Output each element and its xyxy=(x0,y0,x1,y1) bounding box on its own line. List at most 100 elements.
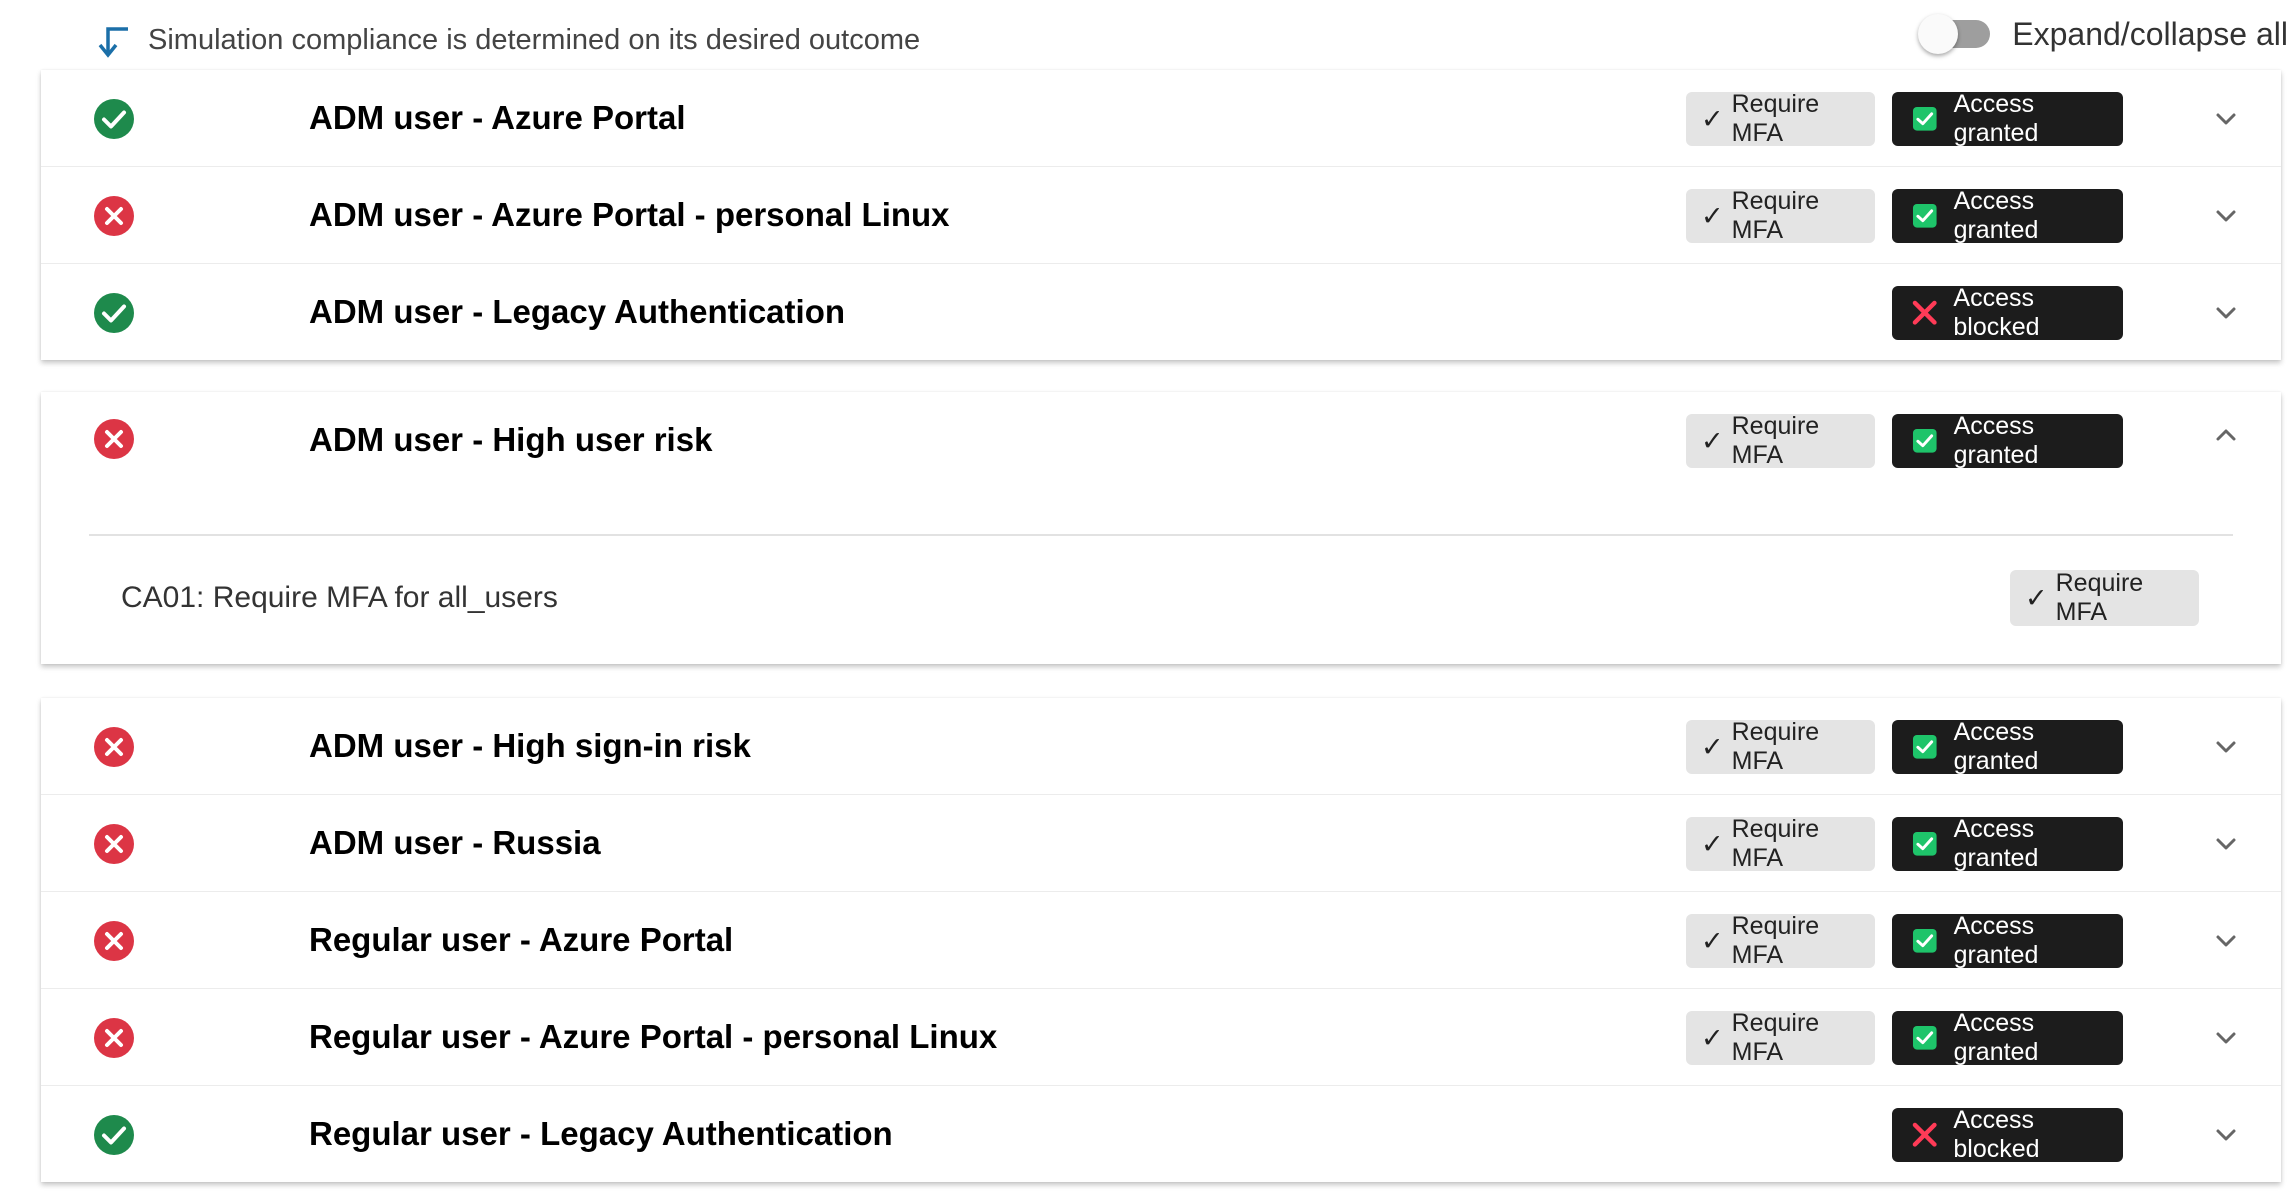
simulation-title: ADM user - Azure Portal - personal Linux xyxy=(309,196,950,233)
access-label: Access blocked xyxy=(1953,1106,2040,1163)
toolbar: Simulation compliance is determined on i… xyxy=(0,0,2296,70)
simulation-title: ADM user - Russia xyxy=(309,824,601,861)
noncompliant-x-icon xyxy=(93,1017,135,1059)
mfa-label: Require MFA xyxy=(1731,1009,1820,1066)
access-granted-badge: Access granted xyxy=(1892,815,2123,872)
simulation-title: ADM user - High user risk xyxy=(309,421,713,458)
checkbox-checked-icon xyxy=(1912,203,1938,229)
simulation-row[interactable]: ADM user - High user risk ✓ Require MFA Acc… xyxy=(41,392,2281,488)
policy-name: CA01: Require MFA for all_users xyxy=(121,581,558,614)
noncompliant-x-icon xyxy=(93,418,135,460)
chevron-down-icon[interactable] xyxy=(2211,829,2241,859)
detail-divider xyxy=(89,534,2233,536)
simulation-row[interactable]: Regular user - Azure Portal - personal L… xyxy=(41,989,2281,1086)
checkbox-checked-icon xyxy=(1912,734,1938,760)
access-label: Access granted xyxy=(1953,815,2039,872)
mfa-label: Require MFA xyxy=(1731,912,1820,969)
cross-icon xyxy=(1912,300,1937,326)
check-icon: ✓ xyxy=(1701,731,1724,762)
access-granted-badge: Access granted xyxy=(1892,1009,2123,1066)
simulation-title: ADM user - High sign-in risk xyxy=(309,727,751,764)
hint-text: Simulation compliance is determined on i… xyxy=(148,23,921,56)
checkbox-checked-icon xyxy=(1912,428,1938,454)
arrow-down-left-icon xyxy=(98,27,128,58)
access-blocked-badge: Access blocked xyxy=(1892,284,2123,341)
policy-control-badge: ✓ Require MFA xyxy=(2010,569,2199,626)
require-mfa-badge: ✓ Require MFA xyxy=(1686,412,1875,469)
mfa-label: Require MFA xyxy=(1731,815,1820,872)
mfa-label: Require MFA xyxy=(1731,187,1820,244)
results-group-2: ADM user - High user risk ✓ Require MFA Acc… xyxy=(41,392,2281,664)
access-label: Access granted xyxy=(1953,912,2039,969)
chevron-down-icon[interactable] xyxy=(2211,1023,2241,1053)
mfa-label: Require MFA xyxy=(1731,718,1820,775)
access-granted-badge: Access granted xyxy=(1892,187,2123,244)
chevron-down-icon[interactable] xyxy=(2211,201,2241,231)
simulation-title: ADM user - Azure Portal xyxy=(309,99,686,136)
access-label: Access granted xyxy=(1953,90,2039,147)
policy-control-label: Require MFA xyxy=(2055,569,2144,626)
simulation-row[interactable]: Regular user - Legacy Authentication Acce… xyxy=(41,1086,2281,1182)
chevron-down-icon[interactable] xyxy=(2211,104,2241,134)
check-icon: ✓ xyxy=(1701,200,1724,231)
compliant-check-icon xyxy=(93,292,135,334)
simulation-title: Regular user - Legacy Authentication xyxy=(309,1115,893,1152)
access-granted-badge: Access granted xyxy=(1892,90,2123,147)
access-blocked-badge: Access blocked xyxy=(1892,1106,2123,1163)
compliant-check-icon xyxy=(93,98,135,140)
noncompliant-x-icon xyxy=(93,823,135,865)
check-icon: ✓ xyxy=(1701,103,1724,134)
check-icon: ✓ xyxy=(1701,1022,1724,1053)
checkbox-checked-icon xyxy=(1912,106,1938,132)
compliance-hint: Simulation compliance is determined on i… xyxy=(94,18,920,62)
chevron-down-icon[interactable] xyxy=(2211,926,2241,956)
chevron-up-icon[interactable] xyxy=(2211,420,2241,450)
check-icon: ✓ xyxy=(1701,425,1724,456)
simulation-row[interactable]: ADM user - Azure Portal - personal Linux… xyxy=(41,167,2281,264)
access-label: Access granted xyxy=(1953,187,2039,244)
simulation-title: Regular user - Azure Portal xyxy=(309,921,734,958)
require-mfa-badge: ✓ Require MFA xyxy=(1686,90,1875,147)
chevron-down-icon[interactable] xyxy=(2211,732,2241,762)
compliant-check-icon xyxy=(93,1114,135,1156)
checkbox-checked-icon xyxy=(1912,831,1938,857)
access-label: Access blocked xyxy=(1953,284,2040,341)
expand-collapse-toggle[interactable] xyxy=(1918,14,1991,54)
noncompliant-x-icon xyxy=(93,920,135,962)
simulation-row[interactable]: Regular user - Azure Portal ✓ Require MFA A… xyxy=(41,892,2281,989)
simulation-row[interactable]: ADM user - Legacy Authentication Access b… xyxy=(41,264,2281,360)
simulation-row[interactable]: ADM user - High sign-in risk ✓ Require MFA… xyxy=(41,698,2281,795)
expand-collapse-label[interactable]: Expand/collapse all xyxy=(2012,16,2288,53)
access-label: Access granted xyxy=(1953,412,2039,469)
check-icon: ✓ xyxy=(1701,925,1724,956)
require-mfa-badge: ✓ Require MFA xyxy=(1686,187,1875,244)
access-granted-badge: Access granted xyxy=(1892,412,2123,469)
simulation-title: ADM user - Legacy Authentication xyxy=(309,293,846,330)
checkbox-checked-icon xyxy=(1912,1025,1938,1051)
require-mfa-badge: ✓ Require MFA xyxy=(1686,1009,1875,1066)
require-mfa-badge: ✓ Require MFA xyxy=(1686,912,1875,969)
expand-collapse-control[interactable]: Expand/collapse all xyxy=(1918,10,2288,58)
noncompliant-x-icon xyxy=(93,195,135,237)
toggle-knob[interactable] xyxy=(1918,14,1959,54)
require-mfa-badge: ✓ Require MFA xyxy=(1686,718,1875,775)
chevron-down-icon[interactable] xyxy=(2211,298,2241,328)
checkbox-checked-icon xyxy=(1912,928,1938,954)
simulation-title: Regular user - Azure Portal - personal L… xyxy=(309,1018,998,1055)
mfa-label: Require MFA xyxy=(1731,90,1820,147)
simulation-row[interactable]: ADM user - Azure Portal ✓ Require MFA Acces… xyxy=(41,70,2281,167)
mfa-label: Require MFA xyxy=(1731,412,1820,469)
access-granted-badge: Access granted xyxy=(1892,912,2123,969)
noncompliant-x-icon xyxy=(93,726,135,768)
results-group-3: ADM user - High sign-in risk ✓ Require MFA… xyxy=(41,698,2281,1182)
results-group-1: ADM user - Azure Portal ✓ Require MFA Acces… xyxy=(41,70,2281,360)
cross-icon xyxy=(1912,1122,1937,1148)
simulation-row[interactable]: ADM user - Russia ✓ Require MFA Access gran… xyxy=(41,795,2281,892)
access-label: Access granted xyxy=(1953,1009,2039,1066)
access-granted-badge: Access granted xyxy=(1892,718,2123,775)
check-icon: ✓ xyxy=(2025,582,2048,613)
require-mfa-badge: ✓ Require MFA xyxy=(1686,815,1875,872)
check-icon: ✓ xyxy=(1701,828,1724,859)
access-label: Access granted xyxy=(1953,718,2039,775)
chevron-down-icon[interactable] xyxy=(2211,1120,2241,1150)
